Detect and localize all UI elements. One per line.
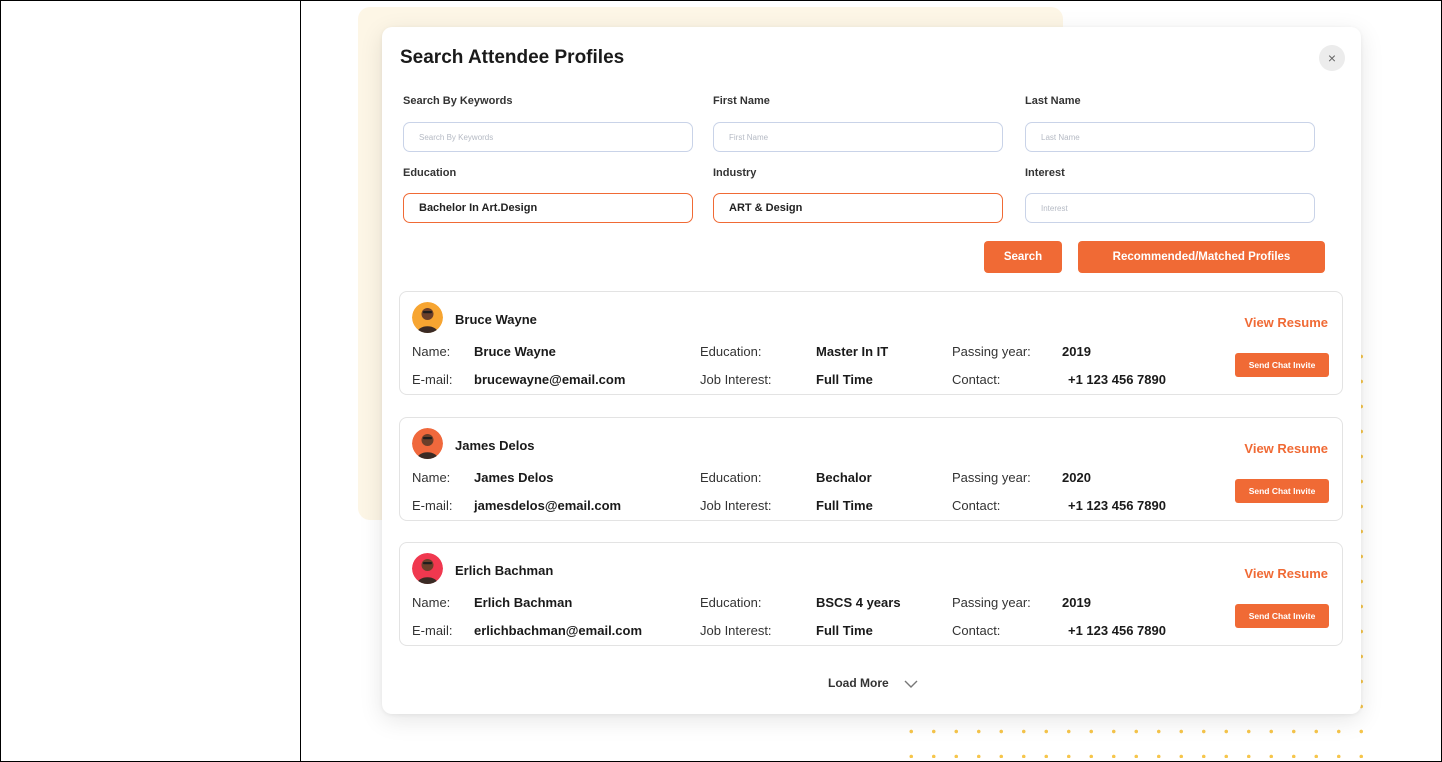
passing-year-label: Passing year: — [952, 344, 1031, 359]
email-value: brucewayne@email.com — [474, 372, 626, 387]
passing-year-value: 2020 — [1062, 470, 1091, 485]
profile-card: Erlich Bachman View Resume Send Chat Inv… — [399, 542, 1343, 646]
passing-year-value: 2019 — [1062, 595, 1091, 610]
contact-value: +1 123 456 7890 — [1068, 498, 1166, 513]
load-more-button[interactable]: Load More — [828, 676, 889, 690]
email-label: E-mail: — [412, 372, 453, 387]
name-value: Bruce Wayne — [474, 344, 556, 359]
search-button[interactable]: Search — [984, 241, 1062, 273]
contact-value: +1 123 456 7890 — [1068, 623, 1166, 638]
name-value: James Delos — [474, 470, 554, 485]
education-value: BSCS 4 years — [816, 595, 901, 610]
job-interest-value: Full Time — [816, 498, 873, 513]
last-name-label: Last Name — [1025, 95, 1081, 107]
profile-card-name: Erlich Bachman — [455, 563, 554, 578]
email-value: erlichbachman@email.com — [474, 623, 643, 638]
contact-label: Contact: — [952, 372, 1001, 387]
name-label: Name: — [412, 595, 451, 610]
job-interest-value: Full Time — [816, 372, 873, 387]
education-value: Bechalor — [816, 470, 872, 485]
avatar-person-icon — [412, 302, 443, 333]
email-value: jamesdelos@email.com — [474, 498, 622, 513]
send-chat-invite-button[interactable]: Send Chat Invite — [1235, 604, 1329, 628]
education-label: Education: — [700, 344, 762, 359]
email-label: E-mail: — [412, 498, 453, 513]
job-interest-label: Job Interest: — [700, 623, 772, 638]
profile-card-name: James Delos — [455, 438, 535, 453]
email-label: E-mail: — [412, 623, 453, 638]
send-chat-invite-button[interactable]: Send Chat Invite — [1235, 479, 1329, 503]
education-label: Education: — [700, 470, 762, 485]
avatar-person-icon — [412, 428, 443, 459]
avatar — [412, 553, 443, 584]
interest-label: Interest — [1025, 167, 1065, 179]
job-interest-label: Job Interest: — [700, 372, 772, 387]
education-label: Education — [403, 167, 457, 179]
keywords-label: Search By Keywords — [403, 95, 513, 107]
industry-input[interactable] — [713, 193, 1003, 223]
job-interest-value: Full Time — [816, 623, 873, 638]
passing-year-label: Passing year: — [952, 595, 1031, 610]
modal-title: Search Attendee Profiles — [400, 47, 625, 68]
passing-year-label: Passing year: — [952, 470, 1031, 485]
contact-label: Contact: — [952, 623, 1001, 638]
avatar-person-icon — [412, 553, 443, 584]
keywords-input[interactable] — [403, 122, 693, 152]
contact-label: Contact: — [952, 498, 1001, 513]
education-value: Master In IT — [816, 344, 889, 359]
job-interest-label: Job Interest: — [700, 498, 772, 513]
passing-year-value: 2019 — [1062, 344, 1091, 359]
view-resume-link[interactable]: View Resume — [1244, 441, 1328, 456]
left-divider — [300, 0, 301, 762]
profile-card: James Delos View Resume Send Chat Invite… — [399, 417, 1343, 521]
education-label: Education: — [700, 595, 762, 610]
send-chat-invite-button[interactable]: Send Chat Invite — [1235, 353, 1329, 377]
name-label: Name: — [412, 344, 451, 359]
last-name-input[interactable] — [1025, 122, 1315, 152]
view-resume-link[interactable]: View Resume — [1244, 566, 1328, 581]
first-name-label: First Name — [713, 95, 770, 107]
chevron-down-icon[interactable] — [903, 677, 919, 691]
search-attendee-modal: Search Attendee Profiles × Search By Key… — [382, 27, 1361, 714]
name-label: Name: — [412, 470, 451, 485]
industry-label: Industry — [713, 167, 757, 179]
view-resume-link[interactable]: View Resume — [1244, 315, 1328, 330]
profile-card: Bruce Wayne View Resume Send Chat Invite… — [399, 291, 1343, 395]
contact-value: +1 123 456 7890 — [1068, 372, 1166, 387]
profile-card-name: Bruce Wayne — [455, 312, 537, 327]
name-value: Erlich Bachman — [474, 595, 573, 610]
first-name-input[interactable] — [713, 122, 1003, 152]
education-input[interactable] — [403, 193, 693, 223]
avatar — [412, 428, 443, 459]
close-icon[interactable]: × — [1319, 45, 1345, 71]
interest-input[interactable] — [1025, 193, 1315, 223]
avatar — [412, 302, 443, 333]
recommended-profiles-button[interactable]: Recommended/Matched Profiles — [1078, 241, 1325, 273]
